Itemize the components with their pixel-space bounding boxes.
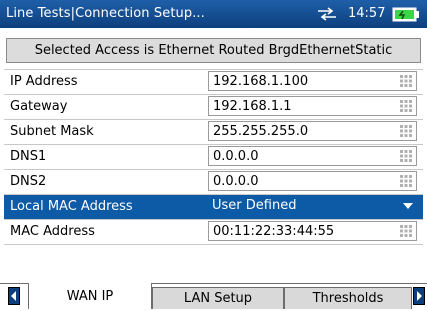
keypad-icon[interactable] (400, 150, 412, 162)
field-value: 192.168.1.1 (213, 99, 292, 114)
field-value: 0.0.0.0 (213, 149, 259, 164)
connection-form: IP Address 192.168.1.100 Gateway 192.168… (4, 69, 423, 245)
gateway-input[interactable]: 192.168.1.1 (208, 96, 417, 116)
field-label: DNS2 (10, 174, 47, 189)
tab-lan-setup[interactable]: LAN Setup (152, 287, 284, 309)
dns2-input[interactable]: 0.0.0.0 (208, 171, 417, 191)
window-title: Line Tests|Connection Setup... (6, 6, 205, 21)
dns1-input[interactable]: 0.0.0.0 (208, 146, 417, 166)
field-label: Subnet Mask (10, 124, 94, 139)
keypad-icon[interactable] (400, 175, 412, 187)
subnet-mask-input[interactable]: 255.255.255.0 (208, 121, 417, 141)
arrow-right-icon (417, 291, 422, 301)
keypad-icon[interactable] (400, 125, 412, 137)
field-value: User Defined (212, 198, 297, 213)
arrow-left-icon (11, 291, 16, 301)
field-label: Local MAC Address (10, 199, 133, 214)
field-value: 255.255.255.0 (213, 124, 309, 139)
field-value: 00:11:22:33:44:55 (213, 224, 335, 239)
ip-address-input[interactable]: 192.168.1.100 (208, 71, 417, 91)
tab-wan-ip[interactable]: WAN IP (28, 283, 152, 309)
field-value: 192.168.1.100 (213, 74, 309, 89)
field-label: Gateway (10, 99, 68, 114)
selected-access-banner: Selected Access is Ethernet Routed BrgdE… (6, 38, 421, 63)
tab-scroll-left-button[interactable] (8, 287, 20, 305)
field-label: MAC Address (10, 224, 95, 239)
tab-bar: WAN IP LAN Setup Thresholds (0, 283, 427, 309)
mac-address-input[interactable]: 00:11:22:33:44:55 (208, 221, 417, 241)
field-label: IP Address (10, 74, 78, 89)
field-dns2[interactable]: DNS2 0.0.0.0 (4, 170, 423, 195)
field-mac-address[interactable]: MAC Address 00:11:22:33:44:55 (4, 220, 423, 245)
field-gateway[interactable]: Gateway 192.168.1.1 (4, 95, 423, 120)
field-dns1[interactable]: DNS1 0.0.0.0 (4, 145, 423, 170)
keypad-icon[interactable] (400, 225, 412, 237)
battery-icon (392, 7, 420, 26)
tab-thresholds[interactable]: Thresholds (284, 287, 412, 309)
keypad-icon[interactable] (400, 100, 412, 112)
network-arrows-icon (316, 7, 338, 25)
field-local-mac-address[interactable]: Local MAC Address User Defined (4, 195, 423, 220)
field-value: 0.0.0.0 (213, 174, 259, 189)
local-mac-address-select[interactable]: User Defined (208, 196, 417, 216)
field-ip-address[interactable]: IP Address 192.168.1.100 (4, 69, 423, 95)
dropdown-arrow-icon[interactable] (403, 203, 413, 209)
title-bar: Line Tests|Connection Setup... 14:57 (0, 0, 427, 28)
field-label: DNS1 (10, 149, 47, 164)
keypad-icon[interactable] (400, 75, 412, 87)
field-subnet-mask[interactable]: Subnet Mask 255.255.255.0 (4, 120, 423, 145)
tab-scroll-right-button[interactable] (413, 287, 425, 305)
clock: 14:57 (348, 6, 386, 21)
